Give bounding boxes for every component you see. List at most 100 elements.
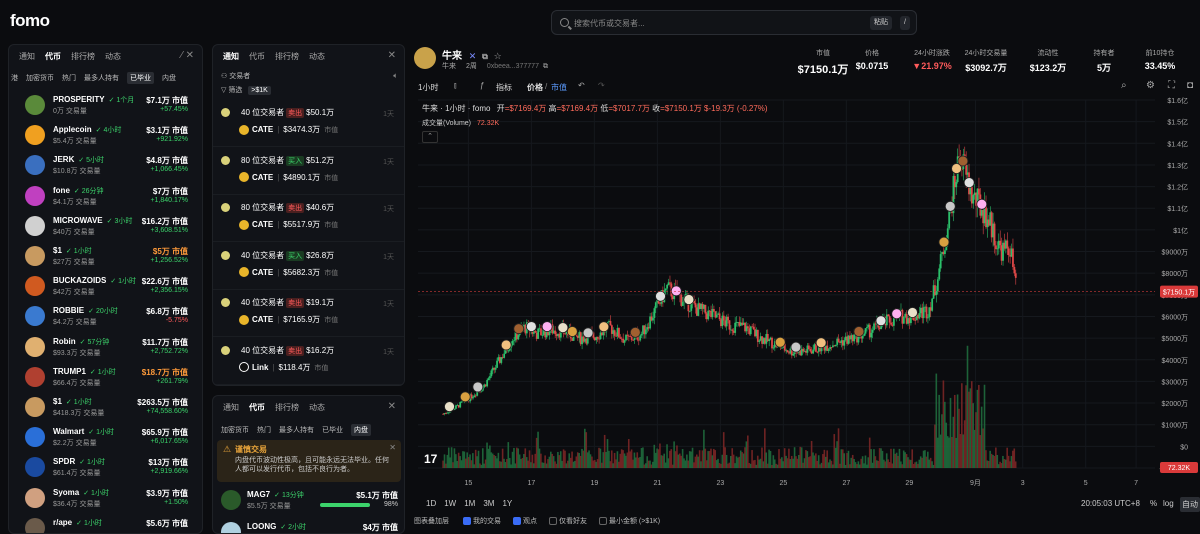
coin-row[interactable]: fone ✓ 26分钟 $4.1万 交易量 $7万 市值 +1,840.17% xyxy=(9,184,202,208)
undo-icon[interactable]: ↶ xyxy=(578,81,585,90)
trade-token-name[interactable]: CATE xyxy=(252,125,273,134)
trade-marker[interactable] xyxy=(683,294,695,305)
trade-marker[interactable] xyxy=(815,337,827,349)
coin-row[interactable]: Syoma ✓ 1小时 $36.4万 交易量 $3.9万 市值 +1.50% xyxy=(9,486,202,510)
close-icon[interactable]: ✕ xyxy=(388,401,396,412)
trade-marker[interactable] xyxy=(655,290,666,302)
tab-activity[interactable]: 动态 xyxy=(309,402,325,413)
trade-card[interactable]: 40 位交易者 卖出 $50.1万 CATE | $3474.3万 市值 1天 xyxy=(213,101,404,147)
trade-marker[interactable] xyxy=(790,341,802,353)
coin-row[interactable]: BUCKAZOIDS ✓ 1小时 $42万 交易量 $22.6万 市值 +2,356.1… xyxy=(9,274,202,298)
app-logo[interactable]: fomo xyxy=(10,11,50,31)
trade-marker[interactable] xyxy=(500,339,512,351)
filter-chip[interactable]: >$1K xyxy=(248,86,271,95)
trade-marker[interactable] xyxy=(907,307,918,318)
coin-row[interactable]: r/ape ✓ 1小时 $5.6万 市值 xyxy=(9,516,202,533)
trade-marker[interactable] xyxy=(963,177,975,188)
coin-row[interactable]: $1 ✓ 1小时 $27万 交易量 $5万 市值 +1,256.52% xyxy=(9,244,202,268)
subtab-0[interactable]: 港 xyxy=(11,73,18,83)
trade-marker[interactable] xyxy=(670,285,682,297)
token-address[interactable]: 0xbeea...377777 xyxy=(487,63,539,70)
overlay-option[interactable]: 我的交易 xyxy=(462,517,501,526)
trade-marker[interactable] xyxy=(891,308,903,320)
inner-coin-row[interactable]: MAG7 ✓ 13分钟 $5.5万 交易量 $5.1万 市值 98% xyxy=(213,488,404,512)
fullscreen-icon[interactable]: ⛶ xyxy=(1168,80,1175,91)
subtab-graduated[interactable]: 已毕业 xyxy=(322,425,343,435)
trade-marker[interactable] xyxy=(557,322,569,334)
overlay-option[interactable]: 仅看好友 xyxy=(548,517,587,526)
indicators-button[interactable]: 指标 xyxy=(496,82,512,93)
subtab-most-held[interactable]: 最多人持有 xyxy=(279,425,314,435)
trade-marker[interactable] xyxy=(459,391,471,403)
tab-leaderboard[interactable]: 排行榜 xyxy=(71,51,95,62)
percent-toggle[interactable]: % xyxy=(1150,499,1157,508)
copy-icon[interactable]: ⧉ xyxy=(482,52,488,61)
trade-token-name[interactable]: CATE xyxy=(252,173,273,182)
copy-address-icon[interactable]: ⧉ xyxy=(543,63,548,70)
paste-button[interactable]: 粘贴 xyxy=(870,16,892,30)
star-icon[interactable]: ☆ xyxy=(494,51,502,61)
close-icon[interactable]: ✕ xyxy=(388,50,396,61)
range-button[interactable]: 1M xyxy=(464,499,475,508)
trade-marker[interactable] xyxy=(598,321,610,333)
subtab-crypto[interactable]: 加密货币 xyxy=(221,425,249,435)
x-icon[interactable]: ✕ xyxy=(469,51,477,61)
subtab-most-held[interactable]: 最多人持有 xyxy=(84,73,119,83)
trade-marker[interactable] xyxy=(629,326,641,338)
sound-icon[interactable]: 🔈︎ xyxy=(393,71,398,81)
tab-notifications[interactable]: 通知 xyxy=(19,51,35,62)
log-toggle[interactable]: log xyxy=(1163,499,1174,508)
overlay-option[interactable]: 观点 xyxy=(512,517,537,526)
tab-leaderboard[interactable]: 排行榜 xyxy=(275,402,299,413)
trade-token-name[interactable]: CATE xyxy=(252,315,273,324)
coin-row[interactable]: Robin ✓ 57分钟 $93.3万 交易量 $11.7万 市值 +2,752.72% xyxy=(9,335,202,359)
tab-activity[interactable]: 动态 xyxy=(105,51,121,62)
trade-card[interactable]: 80 位交易者 买入 $51.2万 CATE | $4890.1万 市值 1天 xyxy=(213,149,404,195)
coin-row[interactable]: TRUMP1 ✓ 1小时 $66.4万 交易量 $18.7万 市值 +261.79% xyxy=(9,365,202,389)
inner-coin-row[interactable]: LOONG ✓ 2小时 $4万 市值 xyxy=(213,520,404,533)
trade-card[interactable]: 80 位交易者 卖出 $40.6万 CATE | $5517.9万 市值 1天 xyxy=(213,196,404,242)
coin-row[interactable]: PROSPERITY ✓ 1个月 0万 交易量 $7.1万 市值 +57.45% xyxy=(9,93,202,117)
trade-marker[interactable] xyxy=(525,321,537,332)
coin-row[interactable]: MICROWAVE ✓ 3小时 $40万 交易量 $16.2万 市值 +3,608.51… xyxy=(9,214,202,238)
candle-type-icon[interactable]: ⫾ xyxy=(454,81,457,91)
range-button[interactable]: 1W xyxy=(444,499,456,508)
range-button[interactable]: 1Y xyxy=(502,499,512,508)
mcap-toggle[interactable]: 市值 xyxy=(551,82,567,93)
tab-coins[interactable]: 代币 xyxy=(249,402,265,413)
checkbox[interactable] xyxy=(598,517,607,526)
coin-row[interactable]: $1 ✓ 1小时 $418.3万 交易量 $263.5万 市值 +74,558.60% xyxy=(9,395,202,419)
trade-marker[interactable] xyxy=(566,326,578,337)
range-button[interactable]: 3M xyxy=(483,499,494,508)
search-box[interactable]: 搜索代币或交易者... 粘贴 / xyxy=(551,10,917,35)
search-icon[interactable]: ⌕ xyxy=(1121,80,1127,91)
checkbox[interactable] xyxy=(548,517,557,526)
close-icon[interactable]: ⁄ ✕ xyxy=(181,50,194,61)
coin-row[interactable]: ROBBIE ✓ 20小时 $4.2万 交易量 $6.8万 市值 -5.75% xyxy=(9,304,202,328)
coin-row[interactable]: Walmart ✓ 1小时 $2.2万 交易量 $65.9万 市值 +6,017.65% xyxy=(9,425,202,449)
filter-label[interactable]: 筛选 xyxy=(228,87,242,94)
trade-marker[interactable] xyxy=(582,327,594,339)
tab-leaderboard[interactable]: 排行榜 xyxy=(275,51,299,62)
close-icon[interactable]: ✕ xyxy=(389,443,396,452)
subtab-hot[interactable]: 热门 xyxy=(62,73,76,83)
tab-coins[interactable]: 代币 xyxy=(45,51,61,62)
tab-notifications[interactable]: 通知 xyxy=(223,51,239,62)
trade-marker[interactable] xyxy=(541,321,553,332)
settings-icon[interactable]: ⚙ xyxy=(1146,80,1155,91)
trade-token-name[interactable]: Link xyxy=(252,363,268,372)
trade-marker[interactable] xyxy=(875,315,887,327)
tab-notifications[interactable]: 通知 xyxy=(223,402,239,413)
trade-marker[interactable] xyxy=(957,155,969,167)
trade-marker[interactable] xyxy=(938,236,950,248)
collapse-legend-icon[interactable]: ⌃ xyxy=(422,131,438,143)
auto-toggle[interactable]: 自动 xyxy=(1180,497,1200,512)
coin-row[interactable]: Applecoin ✓ 4小时 $5.4万 交易量 $3.1万 市值 +921.92% xyxy=(9,123,202,147)
interval-button[interactable]: 1小时 xyxy=(418,82,438,93)
overlay-option[interactable]: 最小金额 (>$1K) xyxy=(598,517,660,526)
indicators-icon[interactable]: ƒ xyxy=(480,81,484,90)
trade-marker[interactable] xyxy=(472,381,484,393)
trade-card[interactable]: 40 位交易者 卖出 $16.2万 Link | $118.4万 市值 1天 xyxy=(213,339,404,385)
price-toggle[interactable]: 价格 xyxy=(527,82,543,93)
range-button[interactable]: 1D xyxy=(426,499,436,508)
